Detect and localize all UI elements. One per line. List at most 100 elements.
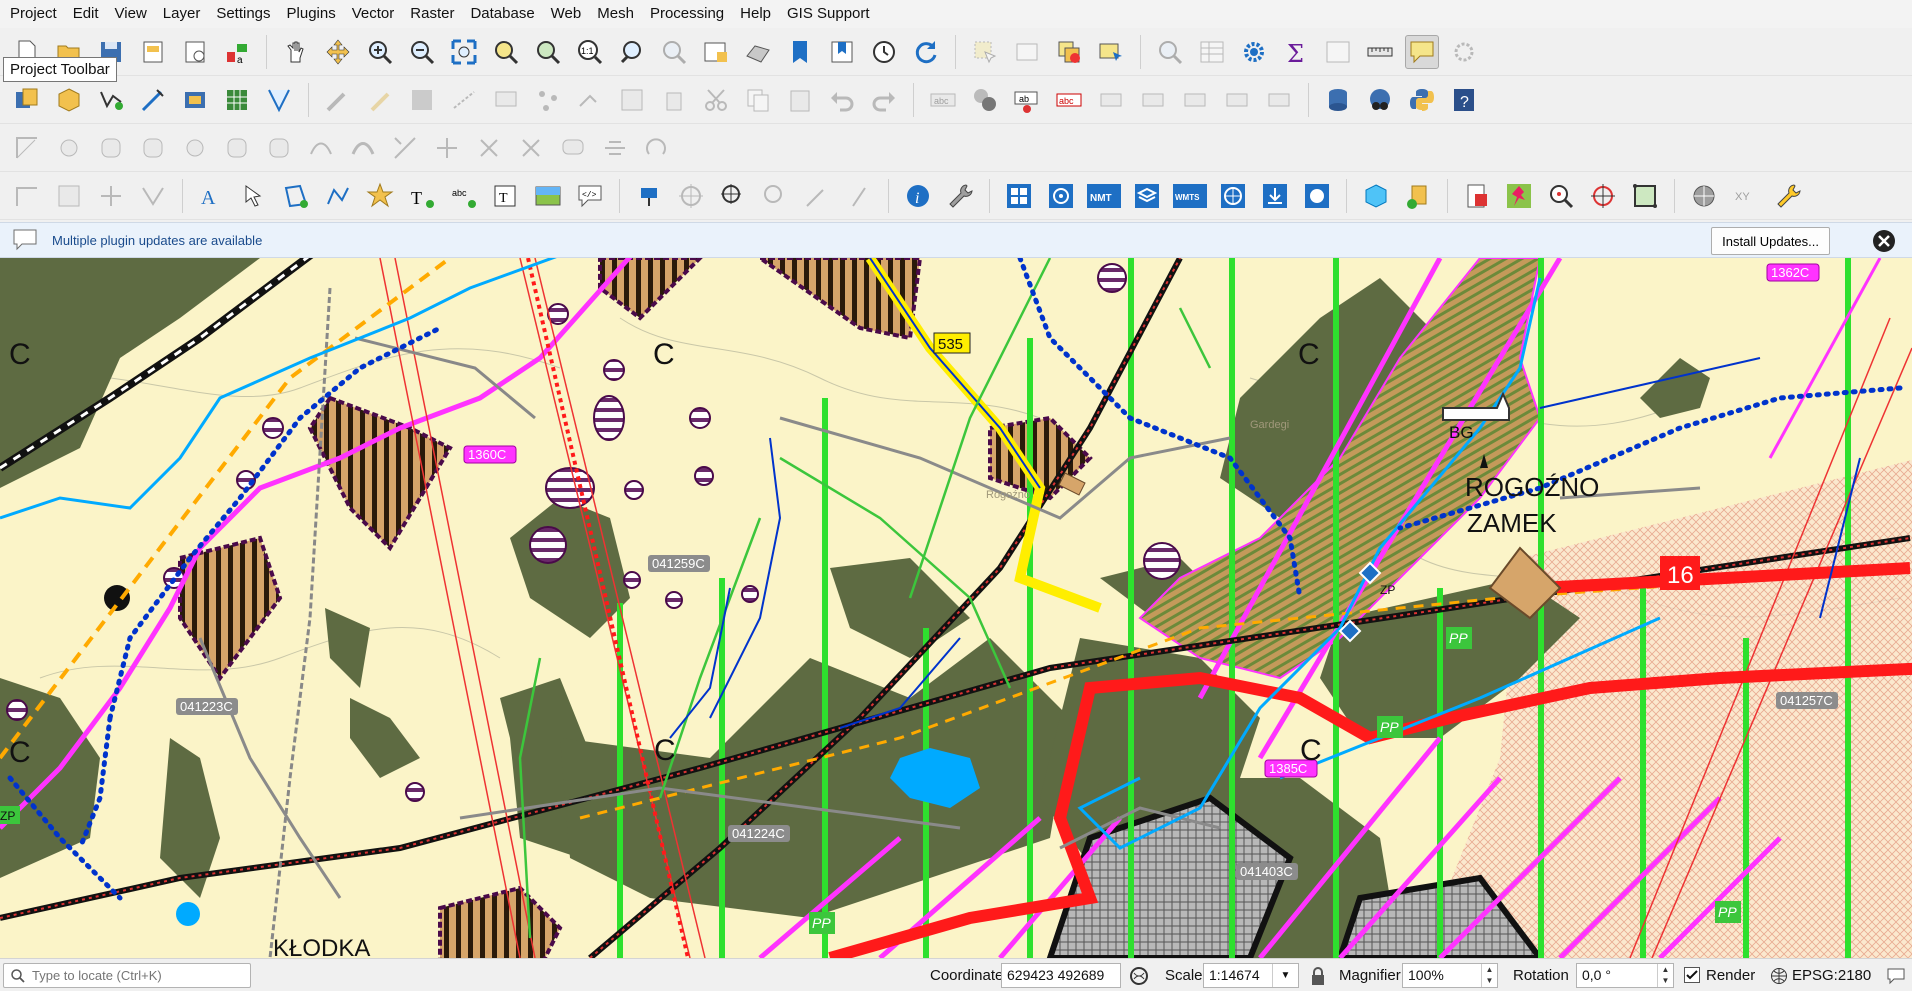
menu-layer[interactable]: Layer: [155, 0, 209, 28]
simplify-icon[interactable]: [430, 131, 464, 165]
menu-settings[interactable]: Settings: [208, 0, 278, 28]
snapping-icon[interactable]: [94, 179, 128, 213]
plugin-cube-icon[interactable]: [1359, 179, 1393, 213]
map-canvas[interactable]: 041259C 041223C 041224C 041257C 041403C …: [0, 258, 1912, 958]
label-settings-icon[interactable]: [968, 83, 1002, 117]
db-manager-icon[interactable]: [1321, 83, 1355, 117]
python-console-icon[interactable]: [1405, 83, 1439, 117]
advanced-digitizing-icon[interactable]: [10, 131, 44, 165]
wrench-icon[interactable]: [943, 179, 977, 213]
menu-gis-support[interactable]: GIS Support: [779, 0, 878, 28]
plugin-web-globe-icon[interactable]: [1687, 179, 1721, 213]
text-annotation-icon[interactable]: A: [195, 179, 229, 213]
merge-features-icon[interactable]: [556, 131, 590, 165]
menu-plugins[interactable]: Plugins: [279, 0, 344, 28]
plugin-download-icon[interactable]: [1258, 179, 1292, 213]
picture-annotation-icon[interactable]: [531, 179, 565, 213]
toolbox-icon[interactable]: [1237, 35, 1271, 69]
new-print-layout-button[interactable]: [136, 35, 170, 69]
new-temporary-layer-icon[interactable]: [136, 83, 170, 117]
trim-extend-icon[interactable]: [388, 131, 422, 165]
menu-help[interactable]: Help: [732, 0, 779, 28]
locator-bar[interactable]: [3, 963, 251, 988]
menu-web[interactable]: Web: [543, 0, 590, 28]
zoom-native-icon[interactable]: 1:1: [573, 35, 607, 69]
reverse-line-icon[interactable]: [346, 131, 380, 165]
plugin-pin-icon[interactable]: [1502, 179, 1536, 213]
save-layer-edits-icon[interactable]: [405, 83, 439, 117]
menu-vector[interactable]: Vector: [344, 0, 403, 28]
open-attribute-table-icon[interactable]: [1195, 35, 1229, 69]
delete-selected-icon[interactable]: [657, 83, 691, 117]
destination-icon[interactable]: [842, 179, 876, 213]
plugin-layers-icon[interactable]: [1130, 179, 1164, 213]
metasearch-icon[interactable]: [1363, 83, 1397, 117]
plugin-zoom-area-icon[interactable]: [1586, 179, 1620, 213]
undo-icon[interactable]: [825, 83, 859, 117]
plugin-zoom-point-icon[interactable]: [1544, 179, 1578, 213]
zoom-to-layer-icon[interactable]: [531, 35, 565, 69]
rotation-spinbox[interactable]: 0,0 ° ▲ ▼: [1576, 963, 1674, 988]
point-text-annotation-icon[interactable]: T: [405, 179, 439, 213]
locator-input[interactable]: [32, 968, 242, 983]
menu-edit[interactable]: Edit: [65, 0, 107, 28]
plugin-target-icon[interactable]: [1044, 179, 1078, 213]
split-parts-icon[interactable]: [514, 131, 548, 165]
show-hide-labels-icon[interactable]: [1136, 83, 1170, 117]
merge-attributes-icon[interactable]: [598, 131, 632, 165]
modify-attributes-icon[interactable]: [573, 83, 607, 117]
deselect-all-icon[interactable]: [1052, 35, 1086, 69]
render-checkbox[interactable]: [1684, 967, 1700, 983]
select-location-icon[interactable]: [1094, 35, 1128, 69]
identify-features-icon[interactable]: [1153, 35, 1187, 69]
layer-diagrams-icon[interactable]: abc: [1052, 83, 1086, 117]
show-bookmarks-icon[interactable]: [825, 35, 859, 69]
add-raster-layer-icon[interactable]: [220, 83, 254, 117]
select-features-icon[interactable]: [968, 35, 1002, 69]
map-tips-icon[interactable]: [1405, 34, 1439, 69]
data-source-manager-icon[interactable]: [10, 83, 44, 117]
spinner-arrows-icon[interactable]: ▲ ▼: [1481, 964, 1497, 987]
menu-raster[interactable]: Raster: [402, 0, 462, 28]
zoom-full-icon[interactable]: [447, 35, 481, 69]
new-geopackage-layer-icon[interactable]: [52, 83, 86, 117]
crs-label[interactable]: EPSG:2180: [1792, 967, 1871, 984]
scale-combobox[interactable]: 1:14674 ▼: [1203, 963, 1299, 988]
plugin-document-icon[interactable]: [1460, 179, 1494, 213]
menu-view[interactable]: View: [107, 0, 155, 28]
locate-icon[interactable]: [716, 179, 750, 213]
add-part-icon[interactable]: [94, 131, 128, 165]
fill-ring-icon[interactable]: [136, 131, 170, 165]
offset-curve-icon[interactable]: [304, 131, 338, 165]
plugin-nmt-icon[interactable]: NMT: [1086, 179, 1122, 213]
coordinate-field[interactable]: 629423 492689: [1001, 963, 1121, 988]
pan-icon[interactable]: [279, 35, 313, 69]
help-contents-icon[interactable]: ?: [1447, 83, 1481, 117]
info-icon[interactable]: i: [901, 179, 935, 213]
delete-part-icon[interactable]: [220, 131, 254, 165]
rect-text-annotation-icon[interactable]: T: [489, 179, 523, 213]
lock-icon[interactable]: [1310, 966, 1326, 986]
layout-manager-button[interactable]: [178, 35, 212, 69]
close-icon[interactable]: [1872, 229, 1896, 253]
refresh-icon[interactable]: [909, 35, 943, 69]
delete-ring-icon[interactable]: [178, 131, 212, 165]
pin-labels-icon[interactable]: [1094, 83, 1128, 117]
move-label-icon[interactable]: [1178, 83, 1212, 117]
field-calculator-icon[interactable]: [1321, 35, 1355, 69]
statistics-icon[interactable]: Σ: [1279, 35, 1313, 69]
label-toolbar-icon[interactable]: abc: [926, 83, 960, 117]
plugin-globe-icon[interactable]: [1216, 179, 1250, 213]
add-polygon-icon[interactable]: [489, 83, 523, 117]
digitize-line-icon[interactable]: [447, 83, 481, 117]
edit-table-icon[interactable]: [615, 83, 649, 117]
menu-processing[interactable]: Processing: [642, 0, 732, 28]
polygon-annotation-icon[interactable]: [279, 179, 313, 213]
annotation-settings-icon[interactable]: [1447, 35, 1481, 69]
zoom-in-icon[interactable]: [363, 35, 397, 69]
zoom-out-icon[interactable]: [405, 35, 439, 69]
crs-globe-icon[interactable]: [1770, 967, 1788, 985]
toggle-extents-icon[interactable]: [1128, 965, 1150, 987]
plugin-search-icon[interactable]: [1300, 179, 1334, 213]
style-dock-icon[interactable]: [136, 179, 170, 213]
